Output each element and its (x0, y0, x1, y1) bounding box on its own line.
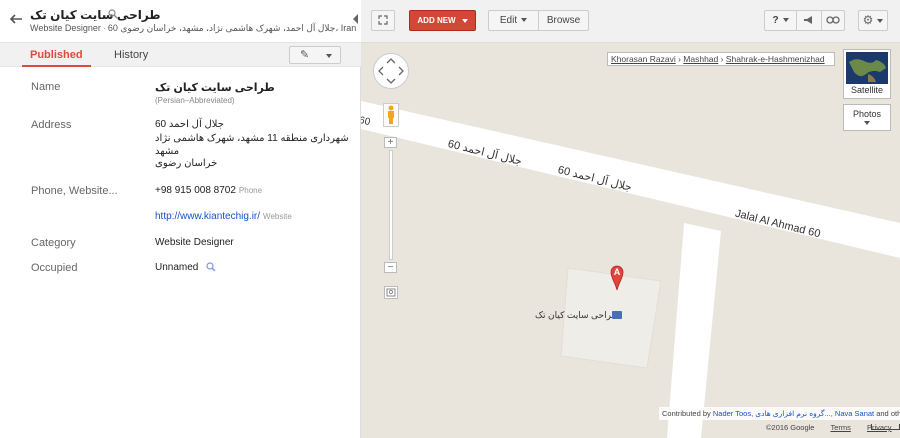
map-attribution: Contributed by Nader Toos, گروه نرم افزا… (659, 407, 900, 420)
pegman-icon[interactable] (383, 103, 399, 127)
gear-icon: ⚙ (862, 13, 874, 27)
copyright-text: ©2016 Google (766, 423, 815, 432)
occupied-row[interactable]: Unnamed (155, 262, 216, 273)
chevron-down-icon (521, 18, 528, 23)
fullscreen-icon (378, 15, 388, 25)
zoom-out-button[interactable]: − (384, 262, 397, 273)
tab-history[interactable]: History (106, 43, 156, 67)
occupied-value: Unnamed (155, 262, 199, 273)
zoom-slider[interactable] (389, 150, 393, 260)
satellite-toggle[interactable]: Satellite (843, 49, 891, 99)
zoom-area-icon[interactable] (384, 286, 398, 299)
website-link[interactable]: http://www.kiantechig.ir/ (155, 211, 260, 222)
chevron-down-icon (461, 18, 468, 23)
link-icon (826, 16, 840, 24)
breadcrumb-district[interactable]: Shahrak-e-Hashmenizhad (726, 54, 825, 64)
phone-website-label: Phone, Website... (31, 185, 118, 197)
address-label: Address (31, 119, 72, 131)
map-area: ADD NEW Edit Browse ? ⚙ 60 جلال آل احمد … (361, 0, 900, 438)
occupied-label: Occupied (31, 262, 78, 274)
address-line-1[interactable]: جلال آل احمد 60 (155, 119, 224, 130)
breadcrumb-city[interactable]: Mashhad (683, 54, 718, 64)
pan-control[interactable] (373, 53, 409, 89)
search-icon[interactable] (108, 9, 118, 19)
scale-bar (871, 424, 900, 430)
help-label: ? (772, 15, 779, 26)
place-subtitle: Website Designer · 60 جلال آل احمد، شهرک ه… (30, 23, 356, 34)
pencil-icon: ✎ (300, 49, 310, 61)
attribution-suffix: and others (876, 409, 900, 418)
address-line-3[interactable]: مشهد (155, 146, 179, 157)
poi-label[interactable]: طراحی سایت کیان تک (535, 310, 619, 321)
settings-button[interactable]: ⚙ (858, 10, 888, 31)
dot-separator: · (102, 23, 106, 33)
collapse-panel-icon[interactable] (353, 14, 358, 24)
place-subtitle-address: 60 جلال آل احمد، شهرک هاشمی نژاد، مشهد، … (107, 23, 357, 33)
website-row[interactable]: http://www.kiantechig.ir/Website (155, 211, 292, 222)
map-toolbar: ADD NEW Edit Browse ? ⚙ (361, 0, 900, 43)
business-icon (612, 311, 622, 319)
phone-kind: Phone (238, 186, 263, 195)
category-value[interactable]: Website Designer (155, 237, 234, 248)
map-canvas[interactable] (361, 43, 900, 438)
name-label: Name (31, 81, 61, 93)
contributor-3[interactable]: Nava Sanat (835, 409, 874, 418)
link-button[interactable] (821, 10, 845, 31)
details-panel: طراحی سایت کیان تک Website Designer · 60 ج… (0, 0, 361, 438)
tab-bar: Published History ✎ (0, 43, 361, 67)
map-breadcrumb: Khorasan Razavi › Mashhad › Shahrak-e-Ha… (607, 52, 835, 66)
photos-toggle[interactable]: Photos (843, 104, 891, 131)
zoom-in-button[interactable]: + (384, 137, 397, 148)
marker-letter: A (613, 267, 621, 277)
pan-arrows-icon (378, 58, 404, 84)
chevron-down-icon (877, 19, 884, 24)
photos-label: Photos (852, 109, 882, 119)
chevron-down-icon (326, 54, 332, 58)
phone-row[interactable]: +98 915 008 8702 Phone (155, 185, 262, 196)
attribution-prefix: Contributed by (662, 409, 711, 418)
terms-link[interactable]: Terms (830, 423, 850, 432)
category-label: Category (31, 237, 76, 249)
add-new-button[interactable]: ADD NEW (409, 10, 476, 31)
chevron-down-icon (864, 121, 870, 125)
satellite-thumbnail (846, 52, 888, 84)
contributor-1[interactable]: Nader Toos (713, 409, 751, 418)
tab-published[interactable]: Published (22, 43, 91, 67)
help-button[interactable]: ? (764, 10, 797, 31)
address-line-2[interactable]: شهرداری منطقه 11 مشهد، شهرک هاشمی نژاد (155, 133, 349, 144)
place-title: طراحی سایت کیان تک (30, 8, 330, 22)
place-category-short: Website Designer (30, 23, 101, 33)
browse-button[interactable]: Browse (538, 10, 589, 31)
edit-mode-button[interactable]: Edit (488, 10, 539, 31)
address-line-4[interactable]: خراسان رضوی (155, 158, 217, 169)
back-arrow-icon[interactable] (8, 11, 24, 27)
add-new-label: ADD NEW (417, 16, 456, 25)
edit-dropdown-button[interactable]: ✎ (289, 46, 341, 64)
feedback-button[interactable] (796, 10, 822, 31)
fullscreen-button[interactable] (371, 10, 395, 31)
place-title-text: طراحی سایت کیان تک (30, 8, 161, 22)
chevron-down-icon (782, 18, 789, 23)
website-kind: Website (263, 212, 292, 221)
edit-mode-label: Edit (499, 15, 518, 26)
megaphone-icon (804, 16, 812, 24)
name-language-meta: (Persian–Abbreviated) (155, 96, 235, 105)
place-header: طراحی سایت کیان تک Website Designer · 60 ج… (0, 0, 361, 43)
name-value[interactable]: طراحی سایت کیان تک (155, 81, 275, 94)
phone-value: +98 915 008 8702 (155, 185, 236, 196)
satellite-label: Satellite (850, 85, 884, 95)
search-icon[interactable] (206, 262, 216, 272)
contributor-2[interactable]: گروه نرم افزاری هادی... (755, 409, 830, 418)
breadcrumb-province[interactable]: Khorasan Razavi (611, 54, 676, 64)
